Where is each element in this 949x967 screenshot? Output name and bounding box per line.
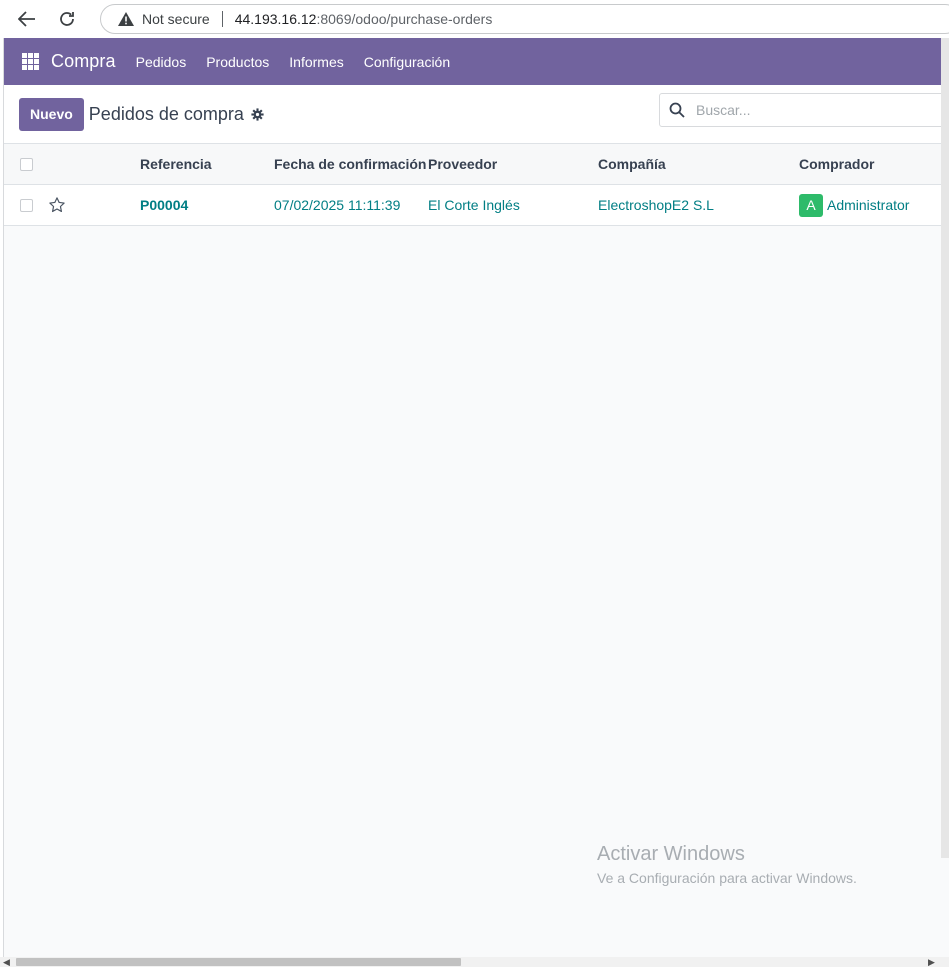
order-reference[interactable]: P00004 — [140, 185, 188, 225]
reload-button[interactable] — [47, 0, 87, 38]
control-panel: Nuevo Pedidos de compra — [4, 85, 949, 144]
search-box[interactable] — [659, 93, 949, 127]
warning-icon — [118, 12, 134, 26]
table-header: Referencia Fecha de confirmación Proveed… — [4, 144, 949, 185]
arrow-left-icon — [18, 11, 35, 27]
row-checkbox[interactable] — [20, 198, 33, 212]
search-input[interactable] — [696, 102, 936, 118]
table-row[interactable]: P00004 07/02/2025 11:11:39 El Corte Ingl… — [4, 185, 949, 226]
vendor-name[interactable]: El Corte Inglés — [428, 185, 520, 225]
menu-pedidos[interactable]: Pedidos — [136, 54, 187, 70]
column-header-proveedor[interactable]: Proveedor — [428, 144, 497, 184]
vertical-scrollbar[interactable] — [941, 38, 949, 858]
menu-informes[interactable]: Informes — [289, 54, 343, 70]
gear-icon[interactable] — [251, 107, 264, 121]
buyer-cell[interactable]: A Administrator — [799, 185, 909, 225]
app-brand[interactable]: Compra — [51, 51, 116, 72]
purchase-orders-table: Referencia Fecha de confirmación Proveed… — [4, 144, 949, 226]
browser-toolbar: Not secure 44.193.16.12 :8069/odoo/purch… — [0, 0, 949, 38]
menu-configuracion[interactable]: Configuración — [364, 54, 450, 70]
search-icon — [669, 102, 685, 118]
url-divider — [221, 11, 223, 27]
column-header-fecha[interactable]: Fecha de confirmación — [274, 144, 426, 184]
column-header-compania[interactable]: Compañía — [598, 144, 666, 184]
reload-icon — [60, 12, 74, 26]
back-button[interactable] — [7, 0, 47, 38]
security-label[interactable]: Not secure — [142, 11, 210, 27]
apps-menu-icon[interactable] — [22, 53, 39, 70]
avatar: A — [799, 193, 823, 217]
windows-activation-watermark: Activar Windows Ve a Configuración para … — [597, 843, 857, 886]
watermark-subtitle: Ve a Configuración para activar Windows. — [597, 870, 857, 886]
url-host: 44.193.16.12 — [234, 11, 317, 27]
buyer-name[interactable]: Administrator — [827, 197, 909, 213]
new-button[interactable]: Nuevo — [19, 97, 84, 131]
main-navbar: Compra Pedidos Productos Informes Config… — [4, 38, 949, 85]
watermark-title: Activar Windows — [597, 843, 745, 865]
company-name[interactable]: ElectroshopE2 S.L — [598, 185, 714, 225]
scroll-left-icon[interactable]: ◀ — [3, 957, 10, 967]
select-all-checkbox[interactable] — [20, 157, 33, 171]
star-icon[interactable] — [48, 196, 66, 214]
horizontal-scrollbar[interactable]: ◀ ▶ — [0, 957, 949, 967]
scroll-right-icon[interactable]: ▶ — [928, 957, 935, 967]
confirmation-date[interactable]: 07/02/2025 11:11:39 — [274, 185, 400, 225]
page-title: Pedidos de compra — [88, 103, 244, 124]
url-path: :8069/odoo/purchase-orders — [316, 11, 493, 27]
scrollbar-thumb[interactable] — [16, 958, 461, 966]
address-bar[interactable]: Not secure 44.193.16.12 :8069/odoo/purch… — [100, 4, 949, 34]
column-header-comprador[interactable]: Comprador — [799, 144, 874, 184]
column-header-referencia[interactable]: Referencia — [140, 144, 212, 184]
menu-productos[interactable]: Productos — [206, 54, 269, 70]
odoo-app: Compra Pedidos Productos Informes Config… — [3, 38, 949, 958]
